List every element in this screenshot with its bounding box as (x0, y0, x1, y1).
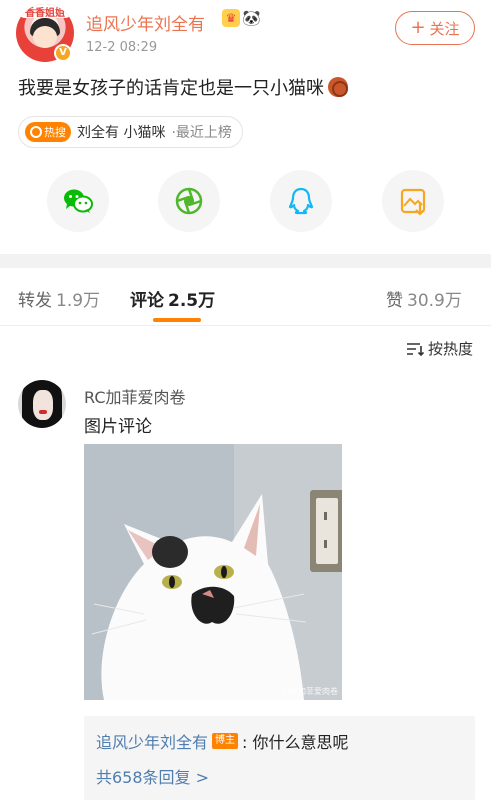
host-badge: 博主 (212, 733, 239, 749)
hot-search-badge: 热搜 (25, 122, 71, 142)
tab-like-count: 30.9万 (407, 291, 462, 311)
hot-search-tag[interactable]: 热搜 刘全有 小猫咪 ·最近上榜 (18, 116, 243, 148)
reply-count-link[interactable]: 共658条回复 > (96, 764, 209, 788)
crown-badge-icon: ♛ (222, 9, 240, 27)
post-text: 我要是女孩子的话肯定也是一只小猫咪 (18, 74, 348, 100)
tab-repost-label: 转发 (18, 291, 52, 311)
verified-badge-icon: V (54, 44, 72, 62)
tab-comment-label: 评论 (130, 291, 164, 311)
wechat-icon (64, 189, 93, 213)
tab-comment[interactable]: 评论 2.5万 (130, 286, 215, 311)
reply-box[interactable]: 追风少年刘全有 博主 : 你什么意思呢 共658条回复 > (84, 716, 475, 800)
hot-search-badge-label: 热搜 (44, 126, 66, 139)
post-time: 12-2 08:29 (86, 40, 158, 55)
hot-search-title: 刘全有 小猫咪 (77, 125, 166, 141)
active-tab-indicator (153, 318, 201, 322)
share-row (0, 170, 491, 236)
cat-photo (84, 444, 342, 700)
commenter-name[interactable]: RC加菲爱肉卷 (84, 384, 186, 408)
post-body: 我要是女孩子的话肯定也是一只小猫咪 (18, 78, 324, 99)
comment-text: 图片评论 (84, 417, 152, 437)
comment-item: RC加菲爱肉卷 图片评论 @RC加菲爱肉卷 追风少年刘全有 博主: 你什么意思… (0, 370, 491, 800)
follow-button[interactable]: + 关注 (395, 11, 475, 45)
search-icon (30, 126, 42, 138)
comment-image[interactable]: @RC加菲爱肉卷 (84, 444, 342, 700)
author-badges: ♛ 🐼 (222, 9, 262, 27)
reply-author[interactable]: 追风少年刘全有 (96, 729, 208, 753)
image-watermark: @RC加菲爱肉卷 (279, 687, 338, 696)
qq-icon (288, 187, 314, 215)
tab-comment-count: 2.5万 (168, 291, 216, 311)
plus-icon: + (410, 17, 426, 38)
save-image-icon (400, 188, 426, 216)
reply-text: : 你什么意思呢 (242, 733, 349, 752)
follow-label: 关注 (429, 19, 460, 38)
tab-repost[interactable]: 转发 1.9万 (18, 286, 100, 311)
section-divider (0, 254, 491, 268)
tabs-bar: 转发 1.9万 评论 2.5万 赞 30.9万 (0, 268, 491, 326)
reply-line: 追风少年刘全有 博主 : 你什么意思呢 (96, 729, 349, 753)
author-name[interactable]: 追风少年刘全有 (86, 10, 205, 35)
moments-icon (175, 187, 203, 215)
share-wechat-button[interactable] (47, 170, 109, 232)
sort-label: 按热度 (427, 340, 473, 358)
sort-icon (406, 342, 424, 356)
save-image-button[interactable] (382, 170, 444, 232)
share-moments-button[interactable] (158, 170, 220, 232)
tab-like-label: 赞 (386, 291, 403, 311)
panda-icon: 🐼 (242, 9, 261, 27)
post-header: 香香姐姐 V 追风少年刘全有 ♛ 🐼 12-2 08:29 + 关注 (0, 0, 491, 70)
hot-search-suffix: ·最近上榜 (171, 125, 232, 141)
avatar-banner: 香香姐姐 (18, 4, 72, 19)
commenter-avatar[interactable] (18, 380, 66, 428)
yarn-ball-icon (328, 77, 348, 97)
share-qq-button[interactable] (270, 170, 332, 232)
tab-like[interactable]: 赞 30.9万 (386, 286, 462, 311)
sort-button[interactable]: 按热度 (406, 338, 473, 359)
tab-repost-count: 1.9万 (56, 291, 101, 311)
